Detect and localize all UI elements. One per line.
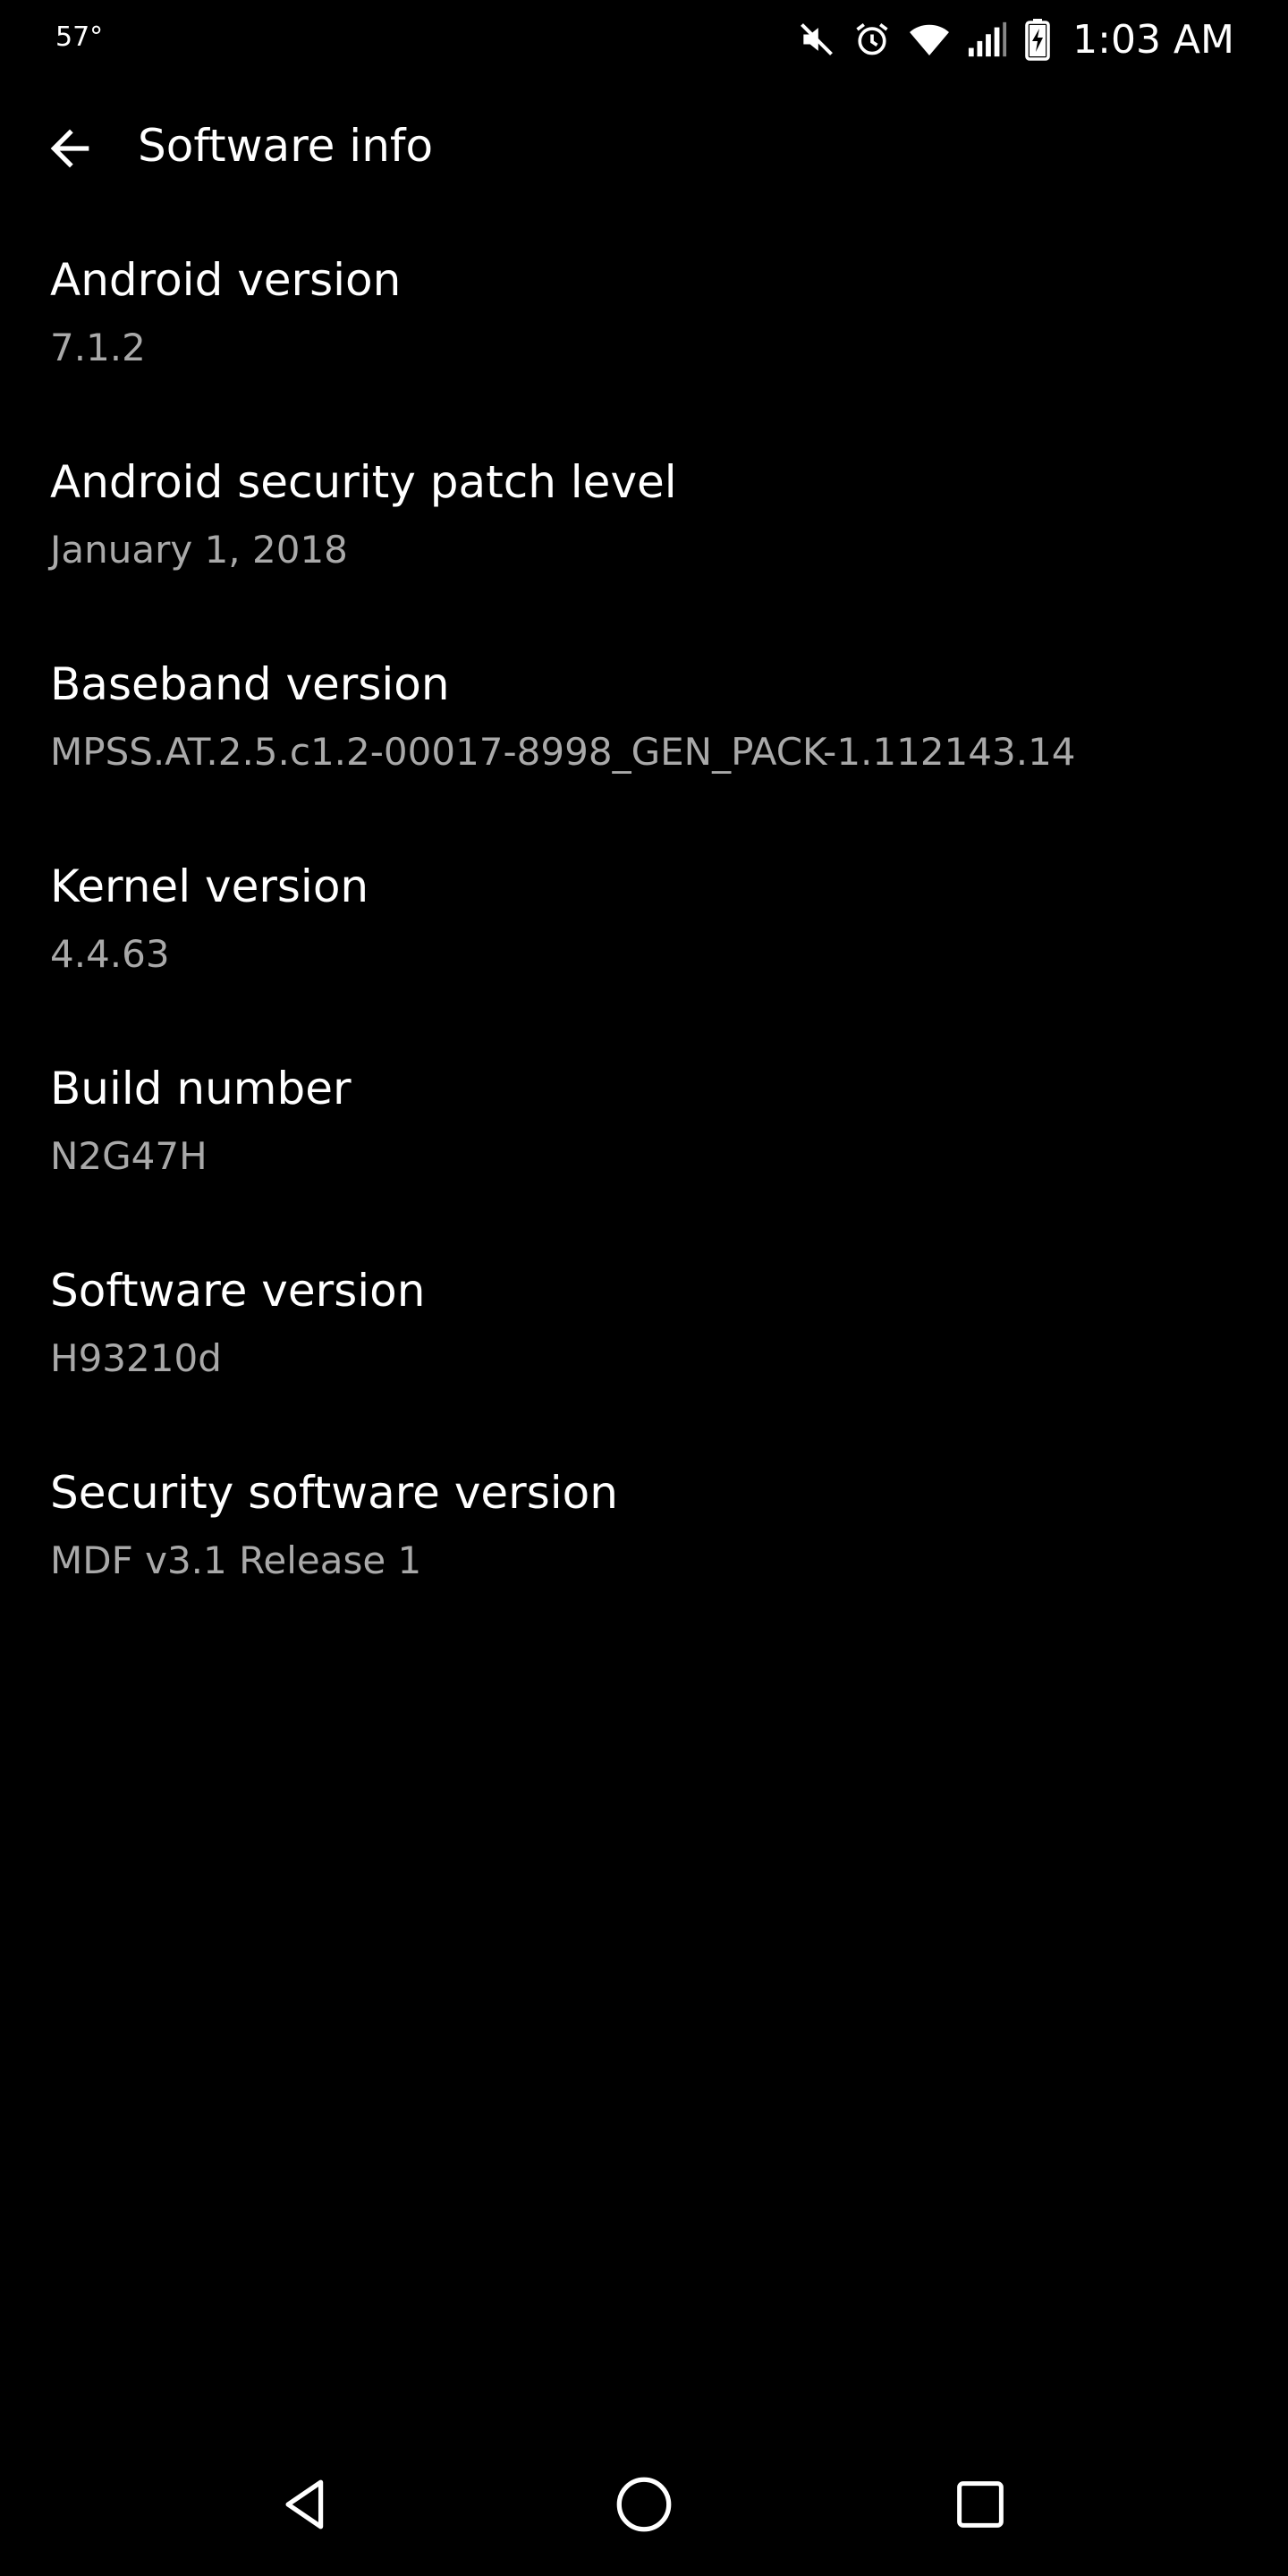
status-time: 1:03 AM bbox=[1072, 16, 1234, 63]
nav-home-button[interactable] bbox=[590, 2453, 698, 2560]
list-item-kernel-version[interactable]: Kernel version 4.4.63 bbox=[0, 844, 1288, 1046]
software-info-list: Android version 7.1.2 Android security p… bbox=[0, 238, 1288, 1653]
navigation-bar bbox=[0, 2436, 1288, 2576]
item-value: January 1, 2018 bbox=[50, 528, 348, 572]
mute-icon bbox=[797, 20, 836, 59]
list-item-build-number[interactable]: Build number N2G47H bbox=[0, 1046, 1288, 1249]
back-button[interactable] bbox=[32, 113, 107, 188]
item-title: Android security patch level bbox=[50, 456, 677, 508]
nav-home-icon bbox=[613, 2473, 675, 2539]
battery-charging-icon bbox=[1024, 18, 1051, 61]
item-title: Build number bbox=[50, 1063, 352, 1114]
item-title: Security software version bbox=[50, 1467, 618, 1519]
list-item-android-version[interactable]: Android version 7.1.2 bbox=[0, 238, 1288, 440]
arrow-back-icon bbox=[41, 120, 98, 181]
item-value: 4.4.63 bbox=[50, 932, 170, 976]
app-bar: Software info bbox=[0, 98, 1288, 197]
nav-back-button[interactable] bbox=[254, 2453, 361, 2560]
list-item-software-version[interactable]: Software version H93210d bbox=[0, 1249, 1288, 1451]
item-value: MPSS.AT.2.5.c1.2-00017-8998_GEN_PACK-1.1… bbox=[50, 730, 1076, 774]
status-bar: 57° 1:03 AM bbox=[0, 0, 1288, 77]
item-value: N2G47H bbox=[50, 1134, 208, 1178]
item-value: 7.1.2 bbox=[50, 326, 146, 369]
alarm-icon bbox=[852, 20, 892, 59]
list-item-security-patch-level[interactable]: Android security patch level January 1, … bbox=[0, 440, 1288, 642]
list-item-security-software-version[interactable]: Security software version MDF v3.1 Relea… bbox=[0, 1451, 1288, 1653]
status-temperature: 57° bbox=[55, 21, 104, 53]
item-title: Baseband version bbox=[50, 658, 450, 710]
nav-recents-icon bbox=[951, 2475, 1010, 2538]
wifi-icon bbox=[908, 20, 951, 59]
item-title: Android version bbox=[50, 254, 402, 306]
item-value: MDF v3.1 Release 1 bbox=[50, 1538, 422, 1582]
item-value: H93210d bbox=[50, 1336, 222, 1380]
signal-icon bbox=[967, 20, 1008, 59]
nav-recents-button[interactable] bbox=[927, 2453, 1034, 2560]
status-icons: 1:03 AM bbox=[797, 14, 1234, 64]
item-title: Kernel version bbox=[50, 860, 369, 912]
page-title: Software info bbox=[138, 120, 434, 172]
item-title: Software version bbox=[50, 1265, 426, 1317]
nav-back-icon bbox=[276, 2473, 339, 2539]
list-item-baseband-version[interactable]: Baseband version MPSS.AT.2.5.c1.2-00017-… bbox=[0, 642, 1288, 844]
